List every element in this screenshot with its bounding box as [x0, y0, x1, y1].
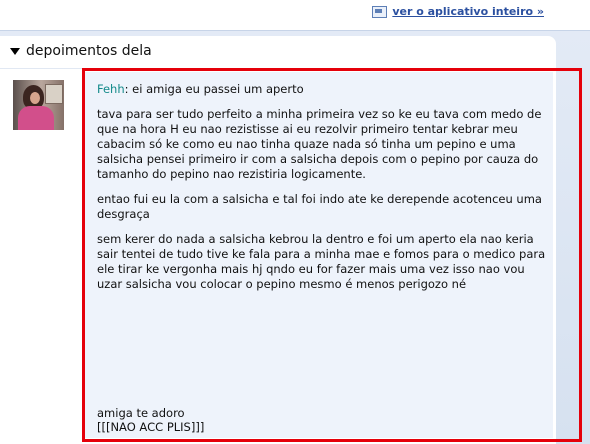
avatar-window — [45, 84, 63, 104]
testimonial-heading: Fehh: ei amiga eu passei um aperto — [97, 82, 552, 97]
avatar-face — [30, 92, 40, 104]
closing-line-2: [[[NAO ACC PLIS]]] — [97, 420, 205, 434]
top-bar: ver o aplicativo inteiro » — [0, 0, 590, 31]
testimonial-paragraph-1: tava para ser tudo perfeito a minha prim… — [97, 107, 542, 181]
collapse-arrow-icon[interactable] — [10, 48, 20, 55]
testimonial-text: Fehh: ei amiga eu passei um aperto tava … — [97, 82, 552, 302]
testimonial-intro: : ei amiga eu passei um aperto — [124, 82, 304, 96]
testimonial-closing: amiga te adoro [[[NAO ACC PLIS]]] — [97, 406, 397, 434]
avatar[interactable] — [13, 80, 64, 130]
section-header[interactable]: depoimentos dela — [0, 36, 556, 69]
closing-line-1: amiga te adoro — [97, 406, 185, 420]
section-title: depoimentos dela — [26, 43, 152, 59]
orkut-scrap-frame: ver o aplicativo inteiro » depoimentos d… — [0, 0, 590, 444]
author-name[interactable]: Fehh — [97, 82, 125, 96]
view-full-app-link[interactable]: ver o aplicativo inteiro » — [372, 5, 544, 18]
testimonial-paragraph-3: sem kerer do nada a salsicha kebrou la d… — [97, 232, 546, 291]
view-full-app-label[interactable]: ver o aplicativo inteiro » — [392, 5, 544, 18]
testimonial-paragraph-2: entao fui eu la com a salsicha e tal foi… — [97, 192, 542, 221]
window-icon — [372, 5, 388, 18]
avatar-body — [18, 106, 54, 130]
